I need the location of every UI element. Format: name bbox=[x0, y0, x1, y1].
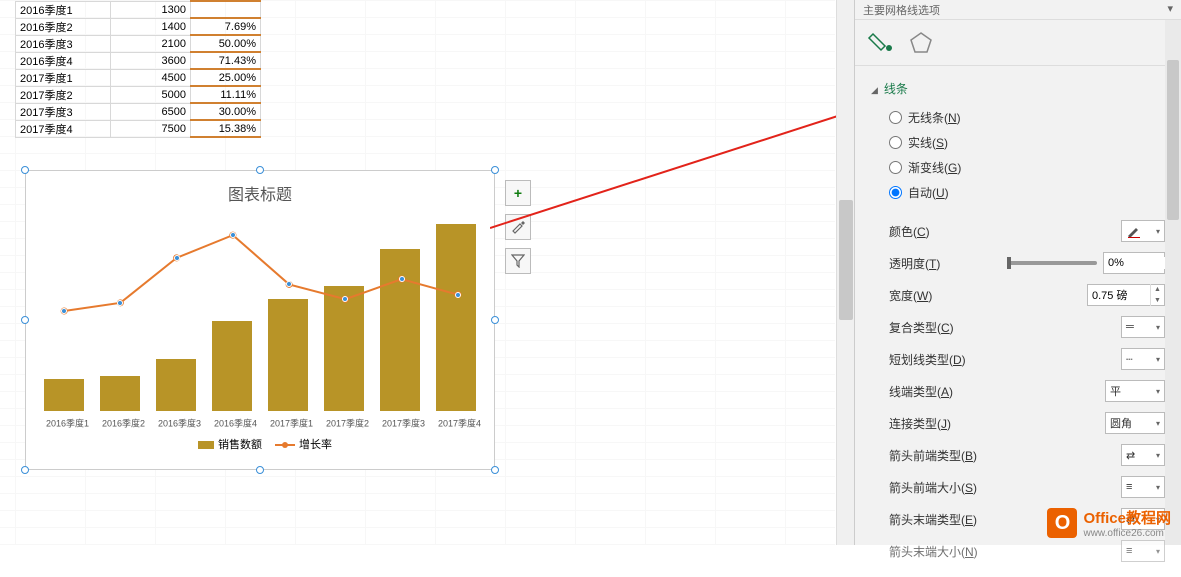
legend-swatch-bar bbox=[198, 441, 214, 449]
x-axis: 2016季度1 2016季度2 2016季度3 2016季度4 2017季度1 2017季… bbox=[26, 411, 494, 430]
data-table[interactable]: 2016季度113002016季度214007.69%2016季度3210050… bbox=[15, 0, 261, 138]
radio-auto-line[interactable]: 自动(U) bbox=[871, 180, 1165, 205]
table-row[interactable]: 2016季度3210050.00% bbox=[16, 35, 261, 52]
watermark-url: www.office26.com bbox=[1083, 528, 1171, 539]
pane-header: 主要网格线选项 ▾ bbox=[855, 0, 1181, 20]
resize-handle[interactable] bbox=[256, 466, 264, 474]
legend-label-1: 销售数额 bbox=[218, 439, 262, 451]
compound-type-dropdown[interactable]: ═▾ bbox=[1121, 316, 1165, 338]
arrow-begin-type-dropdown[interactable]: ⇄▾ bbox=[1121, 444, 1165, 466]
legend-label-2: 增长率 bbox=[299, 439, 332, 451]
join-type-dropdown[interactable]: 圆角▾ bbox=[1105, 412, 1165, 434]
resize-handle[interactable] bbox=[21, 316, 29, 324]
resize-handle[interactable] bbox=[256, 166, 264, 174]
brush-icon bbox=[510, 219, 526, 235]
chart-filter-button[interactable] bbox=[505, 248, 531, 274]
series-selection-handle[interactable] bbox=[455, 292, 461, 298]
table-row[interactable]: 2016季度11300 bbox=[16, 1, 261, 18]
prop-arrow-begin-type: 箭头前端类型(B) ⇄▾ bbox=[871, 439, 1165, 471]
series-selection-handle[interactable] bbox=[399, 276, 405, 282]
resize-handle[interactable] bbox=[491, 316, 499, 324]
pencil-icon bbox=[1126, 224, 1142, 238]
chart-elements-button[interactable]: + bbox=[505, 180, 531, 206]
prop-dash: 短划线类型(D) ┄▾ bbox=[871, 343, 1165, 375]
series-selection-handle[interactable] bbox=[230, 232, 236, 238]
watermark-brand: Office教程网 bbox=[1083, 507, 1171, 528]
x-tick-label: 2017季度4 bbox=[438, 416, 474, 430]
radio-no-line[interactable]: 无线条(N) bbox=[871, 105, 1165, 130]
line-icon: ═ bbox=[1126, 321, 1134, 333]
table-row[interactable]: 2016季度4360071.43% bbox=[16, 52, 261, 69]
funnel-icon bbox=[511, 254, 525, 268]
scrollbar-thumb[interactable] bbox=[1167, 60, 1179, 220]
chart-legend[interactable]: 销售数额 增长率 bbox=[26, 430, 494, 458]
prop-join: 连接类型(J) 圆角▾ bbox=[871, 407, 1165, 439]
plus-icon: + bbox=[514, 185, 522, 201]
x-tick-label: 2016季度1 bbox=[46, 416, 82, 430]
x-tick-label: 2016季度3 bbox=[158, 416, 194, 430]
line-series[interactable] bbox=[36, 211, 484, 411]
format-pane: 主要网格线选项 ▾ 线条 无线条(N) 实线(S) 渐变线(G) 自动(U) 颜… bbox=[854, 0, 1181, 545]
radio-solid-line[interactable]: 实线(S) bbox=[871, 130, 1165, 155]
arrow-size-icon: ≡ bbox=[1126, 545, 1132, 557]
table-row[interactable]: 2017季度1450025.00% bbox=[16, 69, 261, 86]
chart-plot-area[interactable] bbox=[36, 211, 484, 411]
chart-side-buttons: + bbox=[505, 180, 531, 282]
prop-cap: 线端类型(A) 平▾ bbox=[871, 375, 1165, 407]
prop-compound: 复合类型(C) ═▾ bbox=[871, 311, 1165, 343]
arrow-size-icon: ≡ bbox=[1126, 481, 1132, 493]
radio-gradient-line[interactable]: 渐变线(G) bbox=[871, 155, 1165, 180]
color-picker-button[interactable]: ▾ bbox=[1121, 220, 1165, 242]
resize-handle[interactable] bbox=[21, 466, 29, 474]
resize-handle[interactable] bbox=[491, 166, 499, 174]
dash-type-dropdown[interactable]: ┄▾ bbox=[1121, 348, 1165, 370]
chart-title[interactable]: 图表标题 bbox=[26, 171, 494, 211]
prop-color: 颜色(C) ▾ bbox=[871, 215, 1165, 247]
prop-arrow-begin-size: 箭头前端大小(S) ≡▾ bbox=[871, 471, 1165, 503]
x-tick-label: 2016季度4 bbox=[214, 416, 250, 430]
pane-tabs bbox=[855, 20, 1181, 66]
x-tick-label: 2017季度1 bbox=[270, 416, 306, 430]
x-tick-label: 2017季度2 bbox=[326, 416, 362, 430]
x-tick-label: 2017季度3 bbox=[382, 416, 418, 430]
x-tick-label: 2016季度2 bbox=[102, 416, 138, 430]
table-row[interactable]: 2016季度214007.69% bbox=[16, 18, 261, 35]
resize-handle[interactable] bbox=[21, 166, 29, 174]
prop-transparency: 透明度(T) ▲▼ bbox=[871, 247, 1165, 279]
fill-line-tab-icon[interactable] bbox=[867, 30, 895, 56]
cap-type-dropdown[interactable]: 平▾ bbox=[1105, 380, 1165, 402]
prop-arrow-end-size: 箭头末端大小(N) ≡▾ bbox=[871, 535, 1165, 567]
transparency-slider[interactable] bbox=[1007, 261, 1097, 265]
transparency-input[interactable]: ▲▼ bbox=[1103, 252, 1165, 274]
watermark-logo: O bbox=[1047, 508, 1077, 538]
chart-styles-button[interactable] bbox=[505, 214, 531, 240]
resize-handle[interactable] bbox=[491, 466, 499, 474]
arrow-icon: ⇄ bbox=[1126, 449, 1135, 462]
table-row[interactable]: 2017季度2500011.11% bbox=[16, 86, 261, 103]
effects-tab-icon[interactable] bbox=[908, 30, 936, 56]
watermark: O Office教程网 www.office26.com bbox=[1047, 507, 1171, 539]
table-row[interactable]: 2017季度3650030.00% bbox=[16, 103, 261, 120]
dash-icon: ┄ bbox=[1126, 353, 1133, 366]
section-title[interactable]: 线条 bbox=[871, 76, 1165, 105]
chart-object[interactable]: 图表标题 2016季度1 2016季度2 2016季度3 2016季度4 2017季度1… bbox=[25, 170, 495, 470]
table-row[interactable]: 2017季度4750015.38% bbox=[16, 120, 261, 137]
worksheet-area[interactable]: 2016季度113002016季度214007.69%2016季度3210050… bbox=[0, 0, 835, 545]
width-input[interactable]: ▲▼ bbox=[1087, 284, 1165, 306]
sheet-vertical-scrollbar[interactable] bbox=[836, 0, 854, 545]
line-section: 线条 无线条(N) 实线(S) 渐变线(G) 自动(U) 颜色(C) ▾ 透明度… bbox=[855, 66, 1181, 577]
arrow-begin-size-dropdown[interactable]: ≡▾ bbox=[1121, 476, 1165, 498]
arrow-end-size-dropdown[interactable]: ≡▾ bbox=[1121, 540, 1165, 562]
prop-width: 宽度(W) ▲▼ bbox=[871, 279, 1165, 311]
series-selection-handle[interactable] bbox=[174, 255, 180, 261]
pane-scrollbar[interactable] bbox=[1165, 20, 1181, 545]
legend-swatch-line bbox=[275, 444, 295, 446]
scrollbar-thumb[interactable] bbox=[839, 200, 853, 320]
